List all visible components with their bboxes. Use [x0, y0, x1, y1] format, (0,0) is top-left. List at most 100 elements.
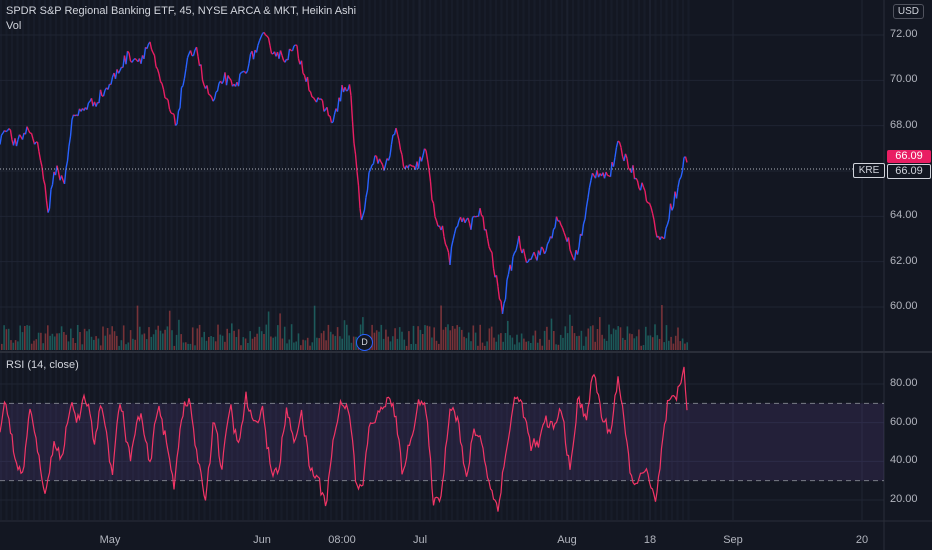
- volume-bar: [578, 335, 580, 350]
- volume-bar: [444, 327, 447, 350]
- price-segment: [146, 43, 150, 49]
- volume-bar: [17, 341, 19, 350]
- volume-bar: [196, 328, 199, 350]
- time-axis-tick: Jun: [253, 534, 271, 546]
- volume-bar: [532, 335, 534, 350]
- volume-bar: [258, 326, 261, 350]
- price-segment: [426, 159, 430, 170]
- volume-bar: [421, 334, 424, 350]
- chart-canvas[interactable]: [0, 0, 932, 550]
- volume-bar: [686, 342, 688, 350]
- price-segment: [485, 229, 489, 239]
- volume-bar: [74, 343, 77, 350]
- volume-bar: [272, 337, 274, 350]
- volume-bar: [327, 324, 330, 350]
- volume-bar: [152, 334, 155, 350]
- volume-bar: [219, 334, 222, 350]
- price-segment: [265, 34, 268, 37]
- volume-bar: [449, 330, 452, 350]
- price-segment: [179, 87, 183, 109]
- price-segment: [348, 84, 352, 96]
- volume-bar: [175, 334, 178, 350]
- volume-bar: [594, 341, 596, 350]
- volume-bar: [477, 345, 479, 350]
- price-segment: [552, 227, 556, 230]
- volume-bar: [645, 326, 647, 350]
- price-segment: [666, 219, 670, 225]
- volume-bar: [375, 330, 378, 350]
- volume-bar: [389, 341, 392, 350]
- price-segment: [374, 154, 377, 157]
- volume-bar: [465, 338, 468, 350]
- price-segment: [206, 85, 210, 95]
- currency-badge[interactable]: USD: [892, 4, 924, 19]
- price-segment: [241, 70, 244, 74]
- volume-bar: [674, 335, 677, 350]
- price-segment: [420, 155, 424, 162]
- volume-bar: [580, 330, 583, 350]
- volume-bar: [617, 326, 619, 350]
- volume-bar: [463, 336, 465, 350]
- price-segment: [645, 200, 649, 204]
- volume-bar: [546, 326, 548, 350]
- volume-bar: [502, 341, 504, 350]
- volume-bar: [141, 334, 143, 350]
- price-segment: [353, 142, 357, 155]
- price-segment: [107, 84, 111, 90]
- price-segment: [518, 235, 522, 249]
- volume-bar: [293, 342, 295, 350]
- volume-bar: [419, 329, 422, 350]
- volume-bar: [562, 337, 564, 350]
- volume-bar: [481, 342, 484, 350]
- price-segment: [486, 238, 490, 247]
- volume-bar: [605, 340, 608, 350]
- volume-bar: [654, 324, 656, 350]
- volume-bar: [599, 317, 601, 350]
- volume-bar: [21, 332, 24, 350]
- volume-bar: [60, 326, 63, 350]
- volume-bar: [401, 331, 403, 350]
- price-segment: [216, 83, 220, 92]
- time-axis-tick: Sep: [723, 534, 743, 546]
- volume-bar: [49, 335, 51, 350]
- volume-bar: [638, 329, 640, 350]
- volume-bar: [120, 340, 123, 350]
- price-segment: [293, 44, 296, 47]
- volume-bar: [426, 325, 429, 350]
- price-segment: [365, 189, 369, 198]
- volume-bar: [472, 325, 475, 350]
- volume-bar: [677, 327, 679, 350]
- rsi-axis-tick: 40.00: [890, 454, 918, 467]
- volume-bar: [26, 325, 28, 350]
- price-segment: [501, 303, 505, 314]
- time-axis-tick: May: [99, 534, 121, 546]
- volume-bar: [684, 343, 686, 350]
- volume-bar: [640, 345, 642, 350]
- volume-bar: [70, 328, 72, 350]
- price-segment: [530, 255, 534, 260]
- volume-bar: [189, 343, 192, 350]
- volume-bar: [507, 320, 509, 350]
- volume-bar: [571, 325, 573, 350]
- volume-bar: [164, 329, 166, 350]
- volume-bar: [470, 341, 472, 350]
- price-segment: [584, 206, 588, 220]
- volume-bar: [396, 338, 399, 350]
- volume-bar: [332, 334, 334, 350]
- volume-bar: [58, 333, 61, 350]
- volume-bar: [150, 336, 153, 350]
- price-segment: [410, 164, 413, 167]
- volume-bar: [624, 339, 626, 350]
- volume-bar: [302, 339, 304, 350]
- volume-bar: [42, 343, 44, 350]
- volume-bar: [392, 336, 394, 350]
- price-segment: [167, 99, 171, 110]
- volume-bar: [33, 340, 35, 350]
- price-segment: [172, 112, 175, 115]
- volume-bar: [35, 339, 38, 350]
- volume-bar: [217, 324, 219, 350]
- price-segment: [177, 107, 181, 112]
- volume-bar: [185, 342, 187, 350]
- dividend-marker[interactable]: D: [356, 334, 373, 351]
- volume-bar: [417, 326, 419, 350]
